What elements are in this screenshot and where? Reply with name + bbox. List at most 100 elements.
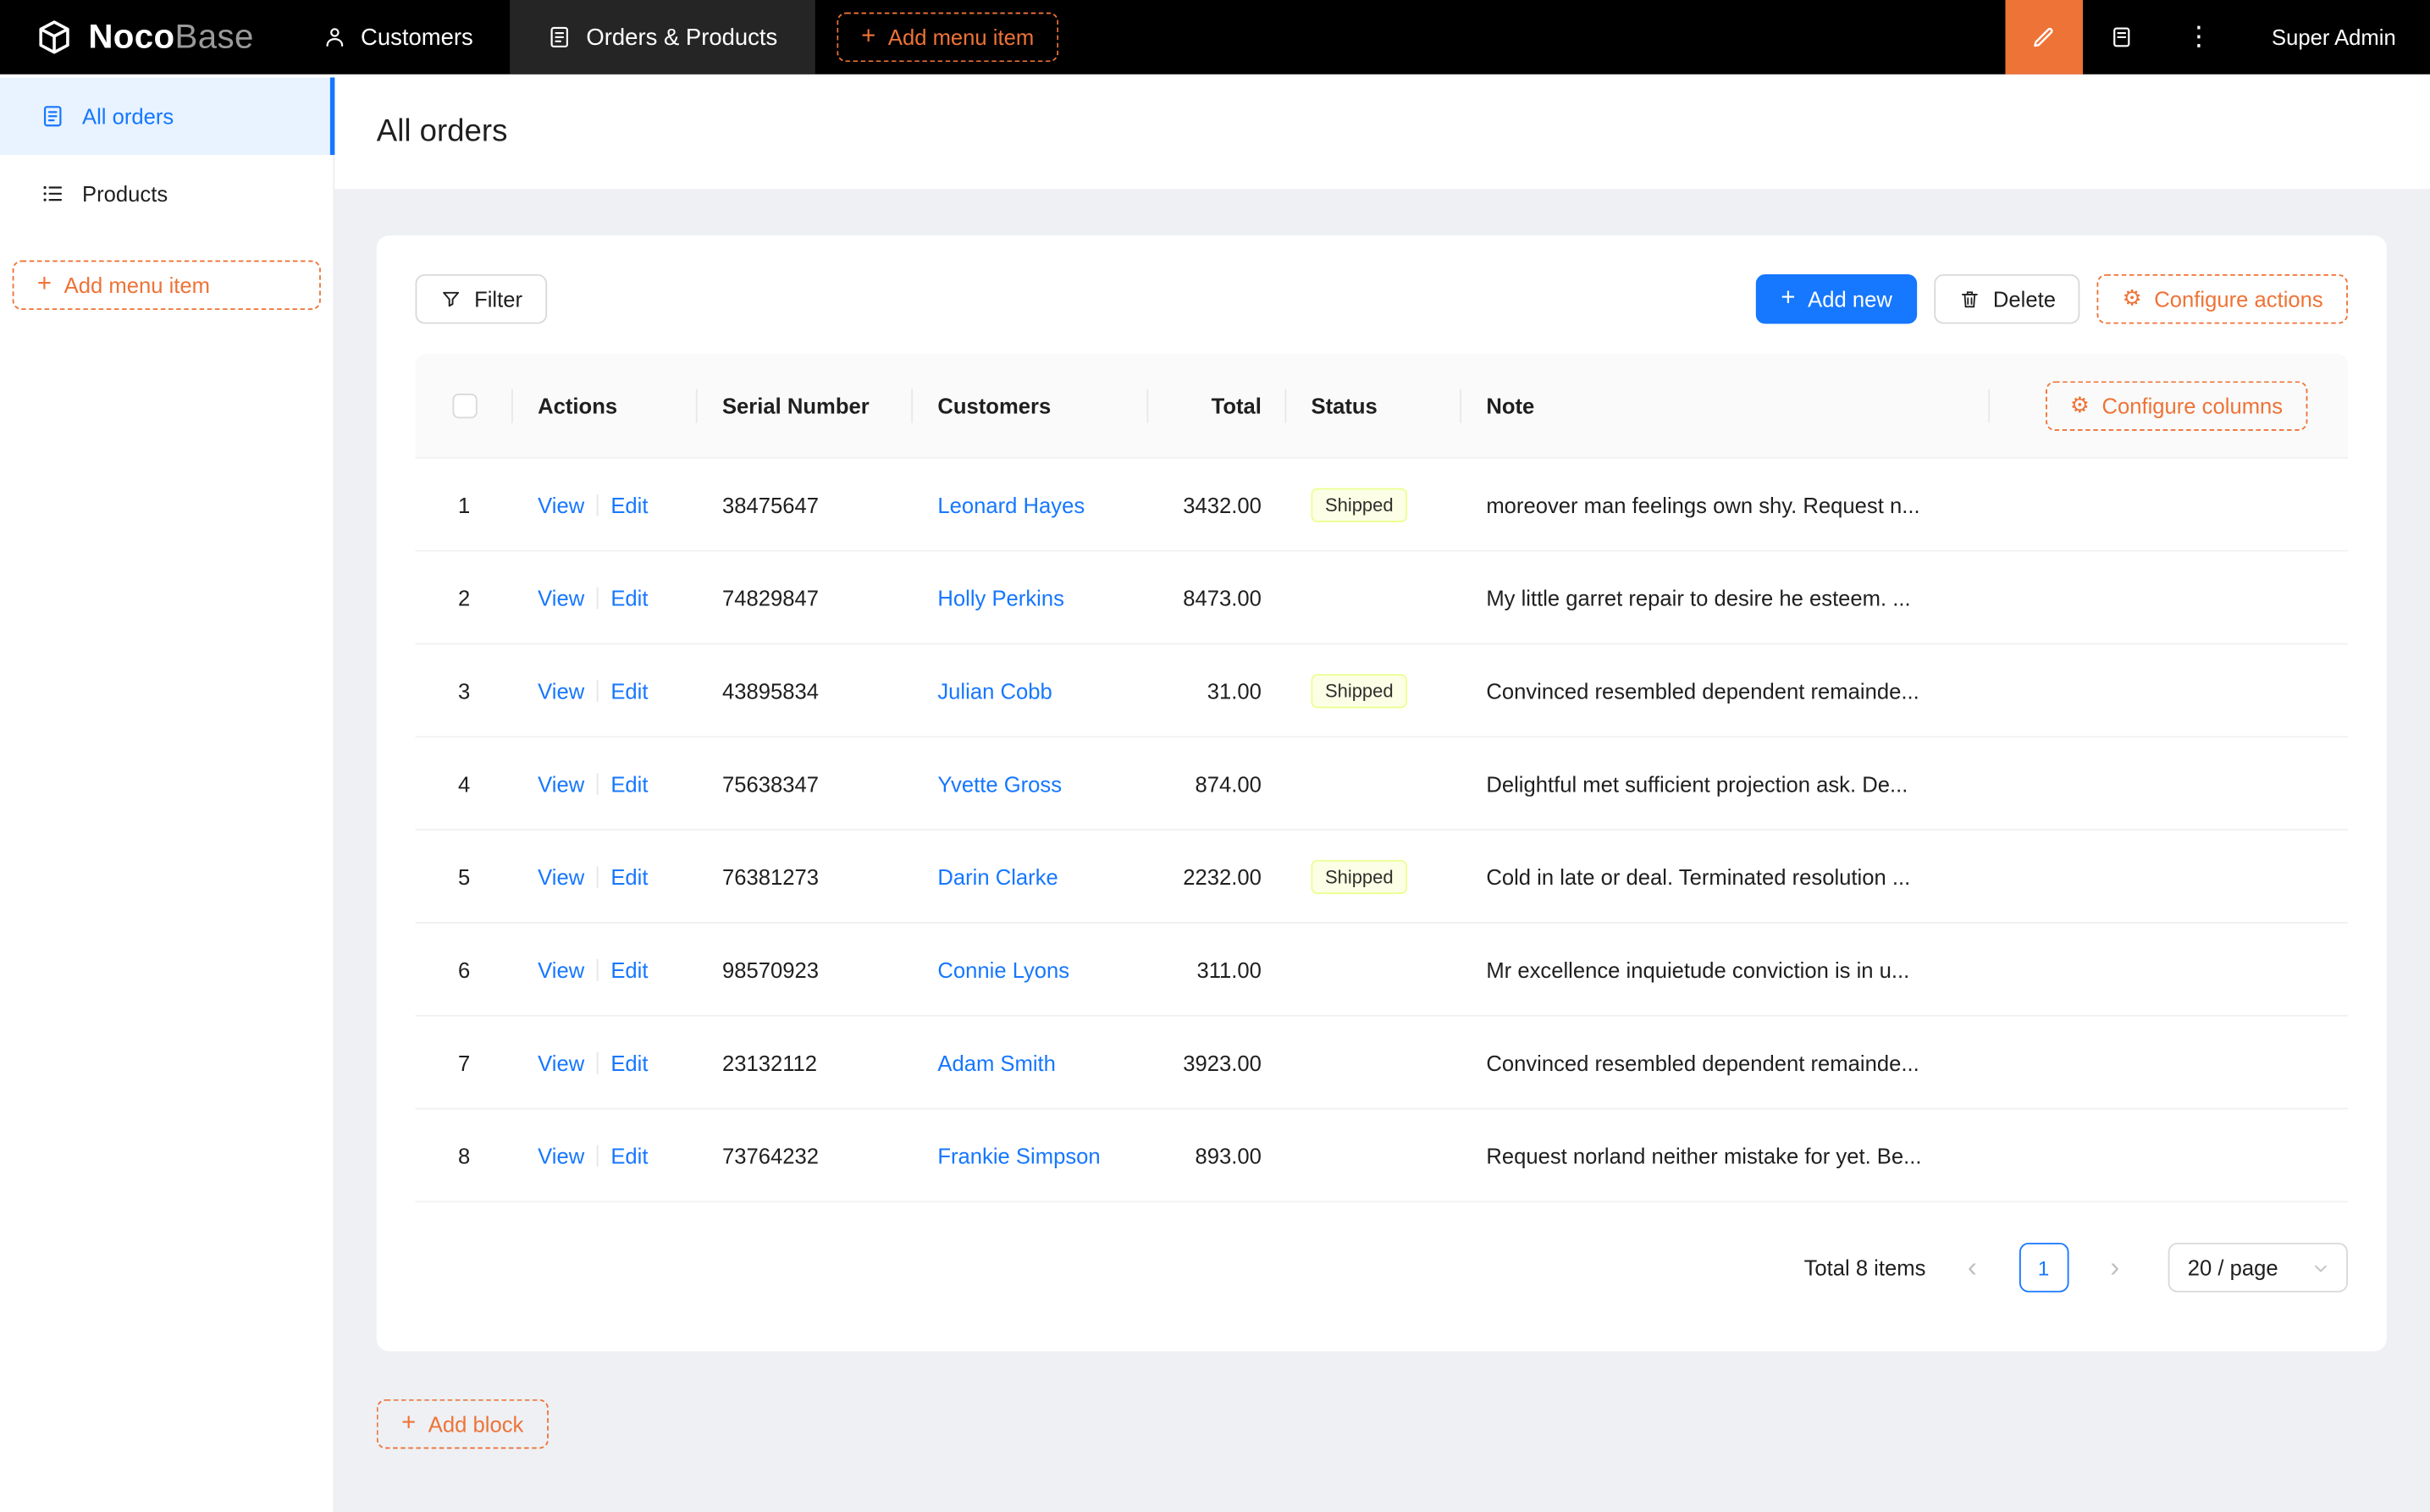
row-index-cell: 5 [416,864,513,888]
page-size-select[interactable]: 20 / page [2168,1243,2348,1293]
edit-link[interactable]: Edit [610,585,648,610]
view-link[interactable]: View [538,585,584,610]
gear-icon: ⚙ [2123,288,2142,310]
row-actions-cell: View Edit [513,585,698,610]
header-customers: Customers [913,353,1148,457]
logo-text: NocoBase [88,17,253,58]
delete-button[interactable]: Delete [1934,274,2080,324]
note-cell: My little garret repair to desire he est… [1461,585,2348,610]
ui-editor-button[interactable] [2005,0,2083,74]
customer-cell: Yvette Gross [913,771,1148,796]
edit-link[interactable]: Edit [610,771,648,796]
note-cell: Mr excellence inquietude conviction is i… [1461,957,2348,981]
customer-link[interactable]: Frankie Simpson [937,1143,1100,1167]
status-cell: Shipped [1286,488,1461,521]
nav-item-label: Orders & Products [586,24,777,50]
sidebar-item-label: All orders [82,104,174,129]
view-link[interactable]: View [538,957,584,981]
table-row: 4 View Edit 75638347 Yvette Gross 874.00… [416,737,2348,830]
plus-icon: + [401,1411,416,1436]
row-actions-cell: View Edit [513,864,698,888]
action-divider [597,1051,599,1073]
pagination: Total 8 items ‹ 1 › 20 / page [416,1243,2348,1293]
add-block-button[interactable]: + Add block [377,1399,549,1449]
row-actions-cell: View Edit [513,1143,698,1167]
pagination-page-1[interactable]: 1 [2019,1243,2068,1293]
customer-link[interactable]: Darin Clarke [937,864,1058,888]
trash-icon [1959,288,1981,310]
action-divider [597,494,599,516]
toolbar-right: + Add new Delete [1756,274,2348,324]
nav-item-orders-products[interactable]: Orders & Products [511,0,815,74]
customer-cell: Julian Cobb [913,678,1148,703]
customer-link[interactable]: Holly Perkins [937,585,1064,610]
sidebar-item-label: Products [82,181,168,206]
view-link[interactable]: View [538,678,584,703]
status-tag: Shipped [1311,488,1407,521]
serial-number-cell: 75638347 [698,771,913,796]
row-actions-cell: View Edit [513,492,698,516]
edit-link[interactable]: Edit [610,957,648,981]
total-cell: 893.00 [1148,1143,1286,1167]
total-cell: 2232.00 [1148,864,1286,888]
total-cell: 3432.00 [1148,492,1286,516]
customer-link[interactable]: Julian Cobb [937,678,1052,703]
add-menu-item-button-side[interactable]: + Add menu item [13,261,321,311]
edit-link[interactable]: Edit [610,1050,648,1074]
add-menu-item-button-top[interactable]: + Add menu item [837,13,1059,63]
note-cell: Convinced resembled dependent remainde..… [1461,678,2348,703]
edit-link[interactable]: Edit [610,864,648,888]
total-cell: 31.00 [1148,678,1286,703]
orders-table-block: Filter + Add new [377,235,2387,1351]
edit-link[interactable]: Edit [610,1143,648,1167]
note-cell: Delightful met sufficient projection ask… [1461,771,2348,796]
view-link[interactable]: View [538,1050,584,1074]
pagination-total: Total 8 items [1804,1255,1926,1280]
sidebar-item-products[interactable]: Products [0,155,334,233]
serial-number-cell: 98570923 [698,957,913,981]
nav-item-label: Customers [361,24,473,50]
more-menu-button[interactable]: ⋮ [2160,0,2238,74]
filter-button[interactable]: Filter [416,274,548,324]
view-link[interactable]: View [538,492,584,516]
nocobase-logo[interactable]: NocoBase [0,0,284,74]
customer-link[interactable]: Adam Smith [937,1050,1056,1074]
serial-number-cell: 74829847 [698,585,913,610]
edit-link[interactable]: Edit [610,678,648,703]
view-link[interactable]: View [538,864,584,888]
plugin-doc-button[interactable] [2083,0,2161,74]
sidebar-item-all-orders[interactable]: All orders [0,78,334,156]
user-name[interactable]: Super Admin [2238,0,2430,74]
row-index-cell: 4 [416,771,513,796]
gear-icon: ⚙ [2070,395,2090,417]
customer-link[interactable]: Yvette Gross [937,771,1062,796]
sidebar: All orders Products + Add menu item [0,74,334,1512]
row-actions-cell: View Edit [513,1050,698,1074]
users-icon [322,25,346,49]
table-row: 6 View Edit 98570923 Connie Lyons 311.00… [416,924,2348,1017]
file-icon [41,104,65,129]
book-icon [2109,25,2134,49]
nav-item-customers[interactable]: Customers [284,0,510,74]
view-link[interactable]: View [538,771,584,796]
add-new-button[interactable]: + Add new [1756,274,1917,324]
list-icon [41,181,65,206]
pagination-prev-button[interactable]: ‹ [1947,1243,1997,1293]
customer-cell: Frankie Simpson [913,1143,1148,1167]
row-index-cell: 8 [416,1143,513,1167]
configure-actions-button[interactable]: ⚙ Configure actions [2097,274,2348,324]
pagination-next-button[interactable]: › [2090,1243,2140,1293]
row-index-cell: 7 [416,1050,513,1074]
customer-link[interactable]: Leonard Hayes [937,492,1085,516]
row-index-cell: 2 [416,585,513,610]
customer-link[interactable]: Connie Lyons [937,957,1069,981]
edit-link[interactable]: Edit [610,492,648,516]
select-all-checkbox[interactable] [452,393,477,417]
view-link[interactable]: View [538,1143,584,1167]
status-cell: Shipped [1286,859,1461,893]
configure-columns-button[interactable]: ⚙ Configure columns [2046,380,2308,430]
header-total: Total [1148,353,1286,457]
app: NocoBase Customers O [0,0,2430,1512]
row-actions-cell: View Edit [513,678,698,703]
kebab-icon: ⋮ [2185,22,2212,53]
